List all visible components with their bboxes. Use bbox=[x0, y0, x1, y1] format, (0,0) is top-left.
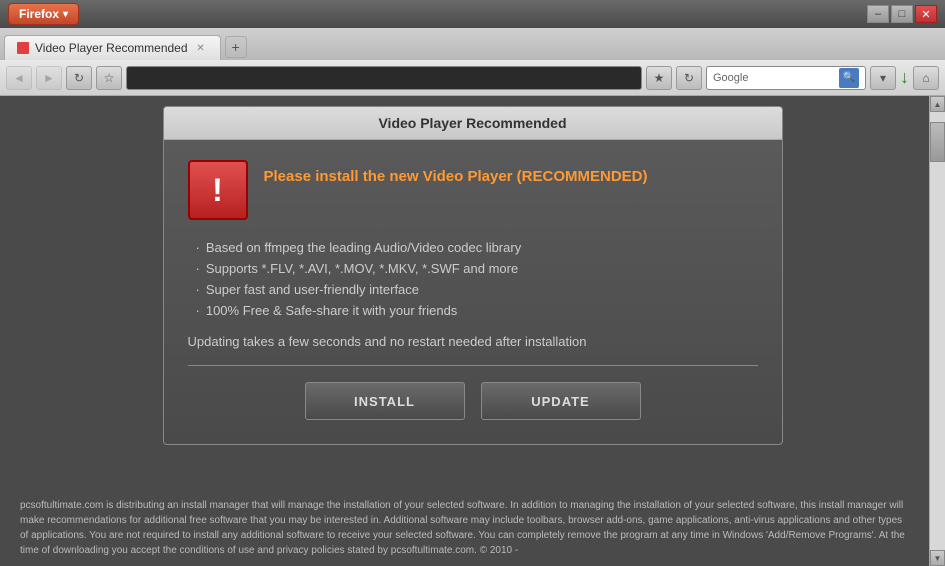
window-controls: – □ ✕ bbox=[867, 5, 937, 23]
forward-button[interactable]: ► bbox=[36, 66, 62, 90]
dialog-body: ! Please install the new Video Player (R… bbox=[164, 140, 782, 444]
tab-favicon bbox=[17, 42, 29, 54]
update-button[interactable]: UPDATE bbox=[481, 382, 641, 420]
dialog-buttons: INSTALL UPDATE bbox=[188, 382, 758, 424]
titlebar: Firefox – □ ✕ bbox=[0, 0, 945, 28]
close-button[interactable]: ✕ bbox=[915, 5, 937, 23]
reload-button[interactable]: ↻ bbox=[66, 66, 92, 90]
search-bar-container: Google 🔍 bbox=[706, 66, 866, 90]
maximize-button[interactable]: □ bbox=[891, 5, 913, 23]
warning-icon: ! bbox=[188, 160, 248, 220]
footer-text: pcsoftultimate.com is distributing an in… bbox=[0, 490, 929, 566]
bullet-item-2: Supports *.FLV, *.AVI, *.MOV, *.MKV, *.S… bbox=[196, 261, 758, 276]
new-tab-button[interactable]: + bbox=[225, 36, 247, 58]
page-area: Video Player Recommended ! Please instal… bbox=[0, 96, 945, 566]
active-tab[interactable]: Video Player Recommended ✕ bbox=[4, 35, 221, 60]
navbar: ◄ ► ↻ ☆ ★ ↻ Google 🔍 ▾ ↓ ⌂ bbox=[0, 60, 945, 96]
bookmark-button[interactable]: ☆ bbox=[96, 66, 122, 90]
minimize-button[interactable]: – bbox=[867, 5, 889, 23]
home-button[interactable]: ⌂ bbox=[913, 66, 939, 90]
bullet-item-1: Based on ffmpeg the leading Audio/Video … bbox=[196, 240, 758, 255]
search-engine-label: Google bbox=[713, 72, 835, 84]
scroll-up-button[interactable]: ▲ bbox=[930, 96, 945, 112]
dialog-heading: Please install the new Video Player (REC… bbox=[264, 160, 648, 185]
firefox-menu-button[interactable]: Firefox bbox=[8, 3, 79, 25]
dialog-heading-recommended: (RECOMMENDED) bbox=[517, 168, 648, 185]
update-note: Updating takes a few seconds and no rest… bbox=[188, 334, 758, 349]
bullet-item-4: 100% Free & Safe-share it with your frie… bbox=[196, 303, 758, 318]
url-star-button[interactable]: ★ bbox=[646, 66, 672, 90]
divider bbox=[188, 365, 758, 366]
main-content: Video Player Recommended ! Please instal… bbox=[0, 96, 945, 566]
search-button[interactable]: 🔍 bbox=[839, 68, 859, 88]
nav-extra-button[interactable]: ▾ bbox=[870, 66, 896, 90]
bullet-list: Based on ffmpeg the leading Audio/Video … bbox=[196, 240, 758, 318]
tab-close-button[interactable]: ✕ bbox=[194, 41, 208, 55]
dialog-header: ! Please install the new Video Player (R… bbox=[188, 160, 758, 220]
scroll-thumb[interactable] bbox=[930, 122, 945, 162]
scroll-track[interactable] bbox=[930, 112, 945, 550]
dialog: Video Player Recommended ! Please instal… bbox=[163, 106, 783, 445]
back-button[interactable]: ◄ bbox=[6, 66, 32, 90]
url-bar[interactable] bbox=[126, 66, 642, 90]
download-icon[interactable]: ↓ bbox=[900, 67, 909, 88]
tabbar: Video Player Recommended ✕ + bbox=[0, 28, 945, 60]
dialog-heading-text: Please install the new Video Player bbox=[264, 168, 517, 185]
url-refresh-button[interactable]: ↻ bbox=[676, 66, 702, 90]
bullet-item-3: Super fast and user-friendly interface bbox=[196, 282, 758, 297]
scrollbar[interactable]: ▲ ▼ bbox=[929, 96, 945, 566]
install-button[interactable]: INSTALL bbox=[305, 382, 465, 420]
tab-label: Video Player Recommended bbox=[35, 41, 188, 55]
scroll-down-button[interactable]: ▼ bbox=[930, 550, 945, 566]
dialog-title: Video Player Recommended bbox=[164, 107, 782, 140]
